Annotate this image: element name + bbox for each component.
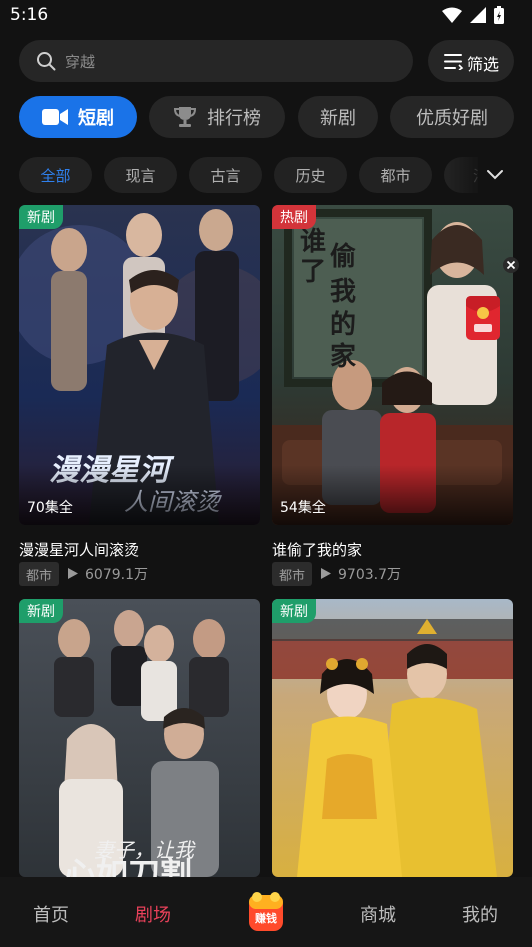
tab-short-drama[interactable]: 短剧 (19, 96, 137, 138)
genre-tag: 都市 (272, 562, 313, 586)
nav-home[interactable]: 首页 (33, 901, 69, 927)
badge-new: 新剧 (272, 599, 316, 623)
nav-mall[interactable]: 商城 (360, 901, 396, 927)
genre-chips: 全部 现言 古言 历史 都市 活 (0, 157, 478, 193)
badge-new: 新剧 (19, 205, 63, 229)
drama-poster[interactable]: 新剧 (272, 599, 513, 877)
drama-poster[interactable]: 妻子，让我 心如刀割 新剧 (19, 599, 260, 877)
chip-urban[interactable]: 都市 (359, 157, 432, 193)
tab-ranking[interactable]: 排行榜 (149, 96, 285, 138)
drama-poster[interactable]: 漫漫星河 人间滚烫 新剧 70集全 (19, 205, 260, 525)
battery-icon (494, 6, 504, 24)
genre-tag: 都市 (19, 562, 60, 586)
tab-ranking-label: 排行榜 (207, 108, 261, 129)
svg-text:了: 了 (300, 257, 326, 287)
play-icon (321, 568, 331, 579)
drama-poster[interactable]: 谁 了 偷 我 的 家 热剧 54集全 (272, 205, 513, 525)
search-input[interactable]: 穿越 (19, 40, 413, 82)
nav-theater[interactable]: 剧场 (135, 901, 171, 927)
search-icon (37, 52, 56, 71)
coin-bag-icon: 赚钱 (249, 892, 283, 931)
filter-list-icon (444, 54, 464, 70)
nav-earn-label: 赚钱 (254, 911, 277, 925)
episode-count: 70集全 (27, 500, 73, 516)
status-bar: 5:16 (0, 0, 532, 30)
tab-quality-drama-label: 优质好剧 (416, 108, 488, 129)
drama-title[interactable]: 漫漫星河人间滚烫 (19, 539, 139, 560)
svg-text:家: 家 (330, 341, 356, 372)
chips-fade (448, 157, 484, 193)
red-envelope-icon[interactable] (466, 296, 500, 340)
status-icons (442, 6, 504, 24)
search-placeholder: 穿越 (65, 53, 96, 71)
play-icon (68, 568, 78, 579)
filter-label: 筛选 (467, 55, 500, 74)
app-screen: 5:16 穿越 筛选 短剧 排行榜 新剧 优质好剧 全部 现言 古言 历史 都市… (0, 0, 532, 947)
nav-me[interactable]: 我的 (462, 901, 498, 927)
chevron-down-icon[interactable] (484, 165, 506, 185)
play-count: 6079.1万 (85, 567, 148, 583)
poster-image (272, 599, 513, 877)
wifi-icon (442, 7, 462, 23)
signal-icon (470, 7, 486, 23)
chip-ancient-romance[interactable]: 古言 (189, 157, 262, 193)
tab-short-drama-label: 短剧 (78, 108, 114, 129)
svg-text:偷: 偷 (330, 241, 356, 272)
poster-image: 妻子，让我 心如刀割 (19, 599, 260, 877)
filter-button[interactable]: 筛选 (428, 40, 514, 82)
status-time: 5:16 (10, 5, 49, 25)
chip-history[interactable]: 历史 (274, 157, 347, 193)
chip-all[interactable]: 全部 (19, 157, 92, 193)
tab-new-drama-label: 新剧 (320, 108, 356, 129)
svg-text:我: 我 (330, 277, 356, 307)
episode-count: 54集全 (280, 500, 326, 516)
tab-new-drama[interactable]: 新剧 (298, 96, 378, 138)
tab-quality-drama[interactable]: 优质好剧 (390, 96, 514, 138)
svg-text:谁: 谁 (300, 227, 326, 257)
badge-hot: 热剧 (272, 205, 316, 229)
chip-modern-romance[interactable]: 现言 (104, 157, 177, 193)
close-icon[interactable] (502, 256, 520, 274)
nav-earn[interactable]: 赚钱 (247, 891, 285, 933)
play-count: 9703.7万 (338, 567, 401, 583)
trophy-icon (173, 105, 197, 129)
svg-text:心如刀割: 心如刀割 (64, 855, 192, 877)
svg-text:的: 的 (330, 309, 356, 340)
bottom-nav: 首页 剧场 赚钱 商城 我的 (0, 877, 532, 947)
badge-new: 新剧 (19, 599, 63, 623)
video-camera-icon (42, 107, 68, 127)
drama-title[interactable]: 谁偷了我的家 (272, 539, 362, 560)
